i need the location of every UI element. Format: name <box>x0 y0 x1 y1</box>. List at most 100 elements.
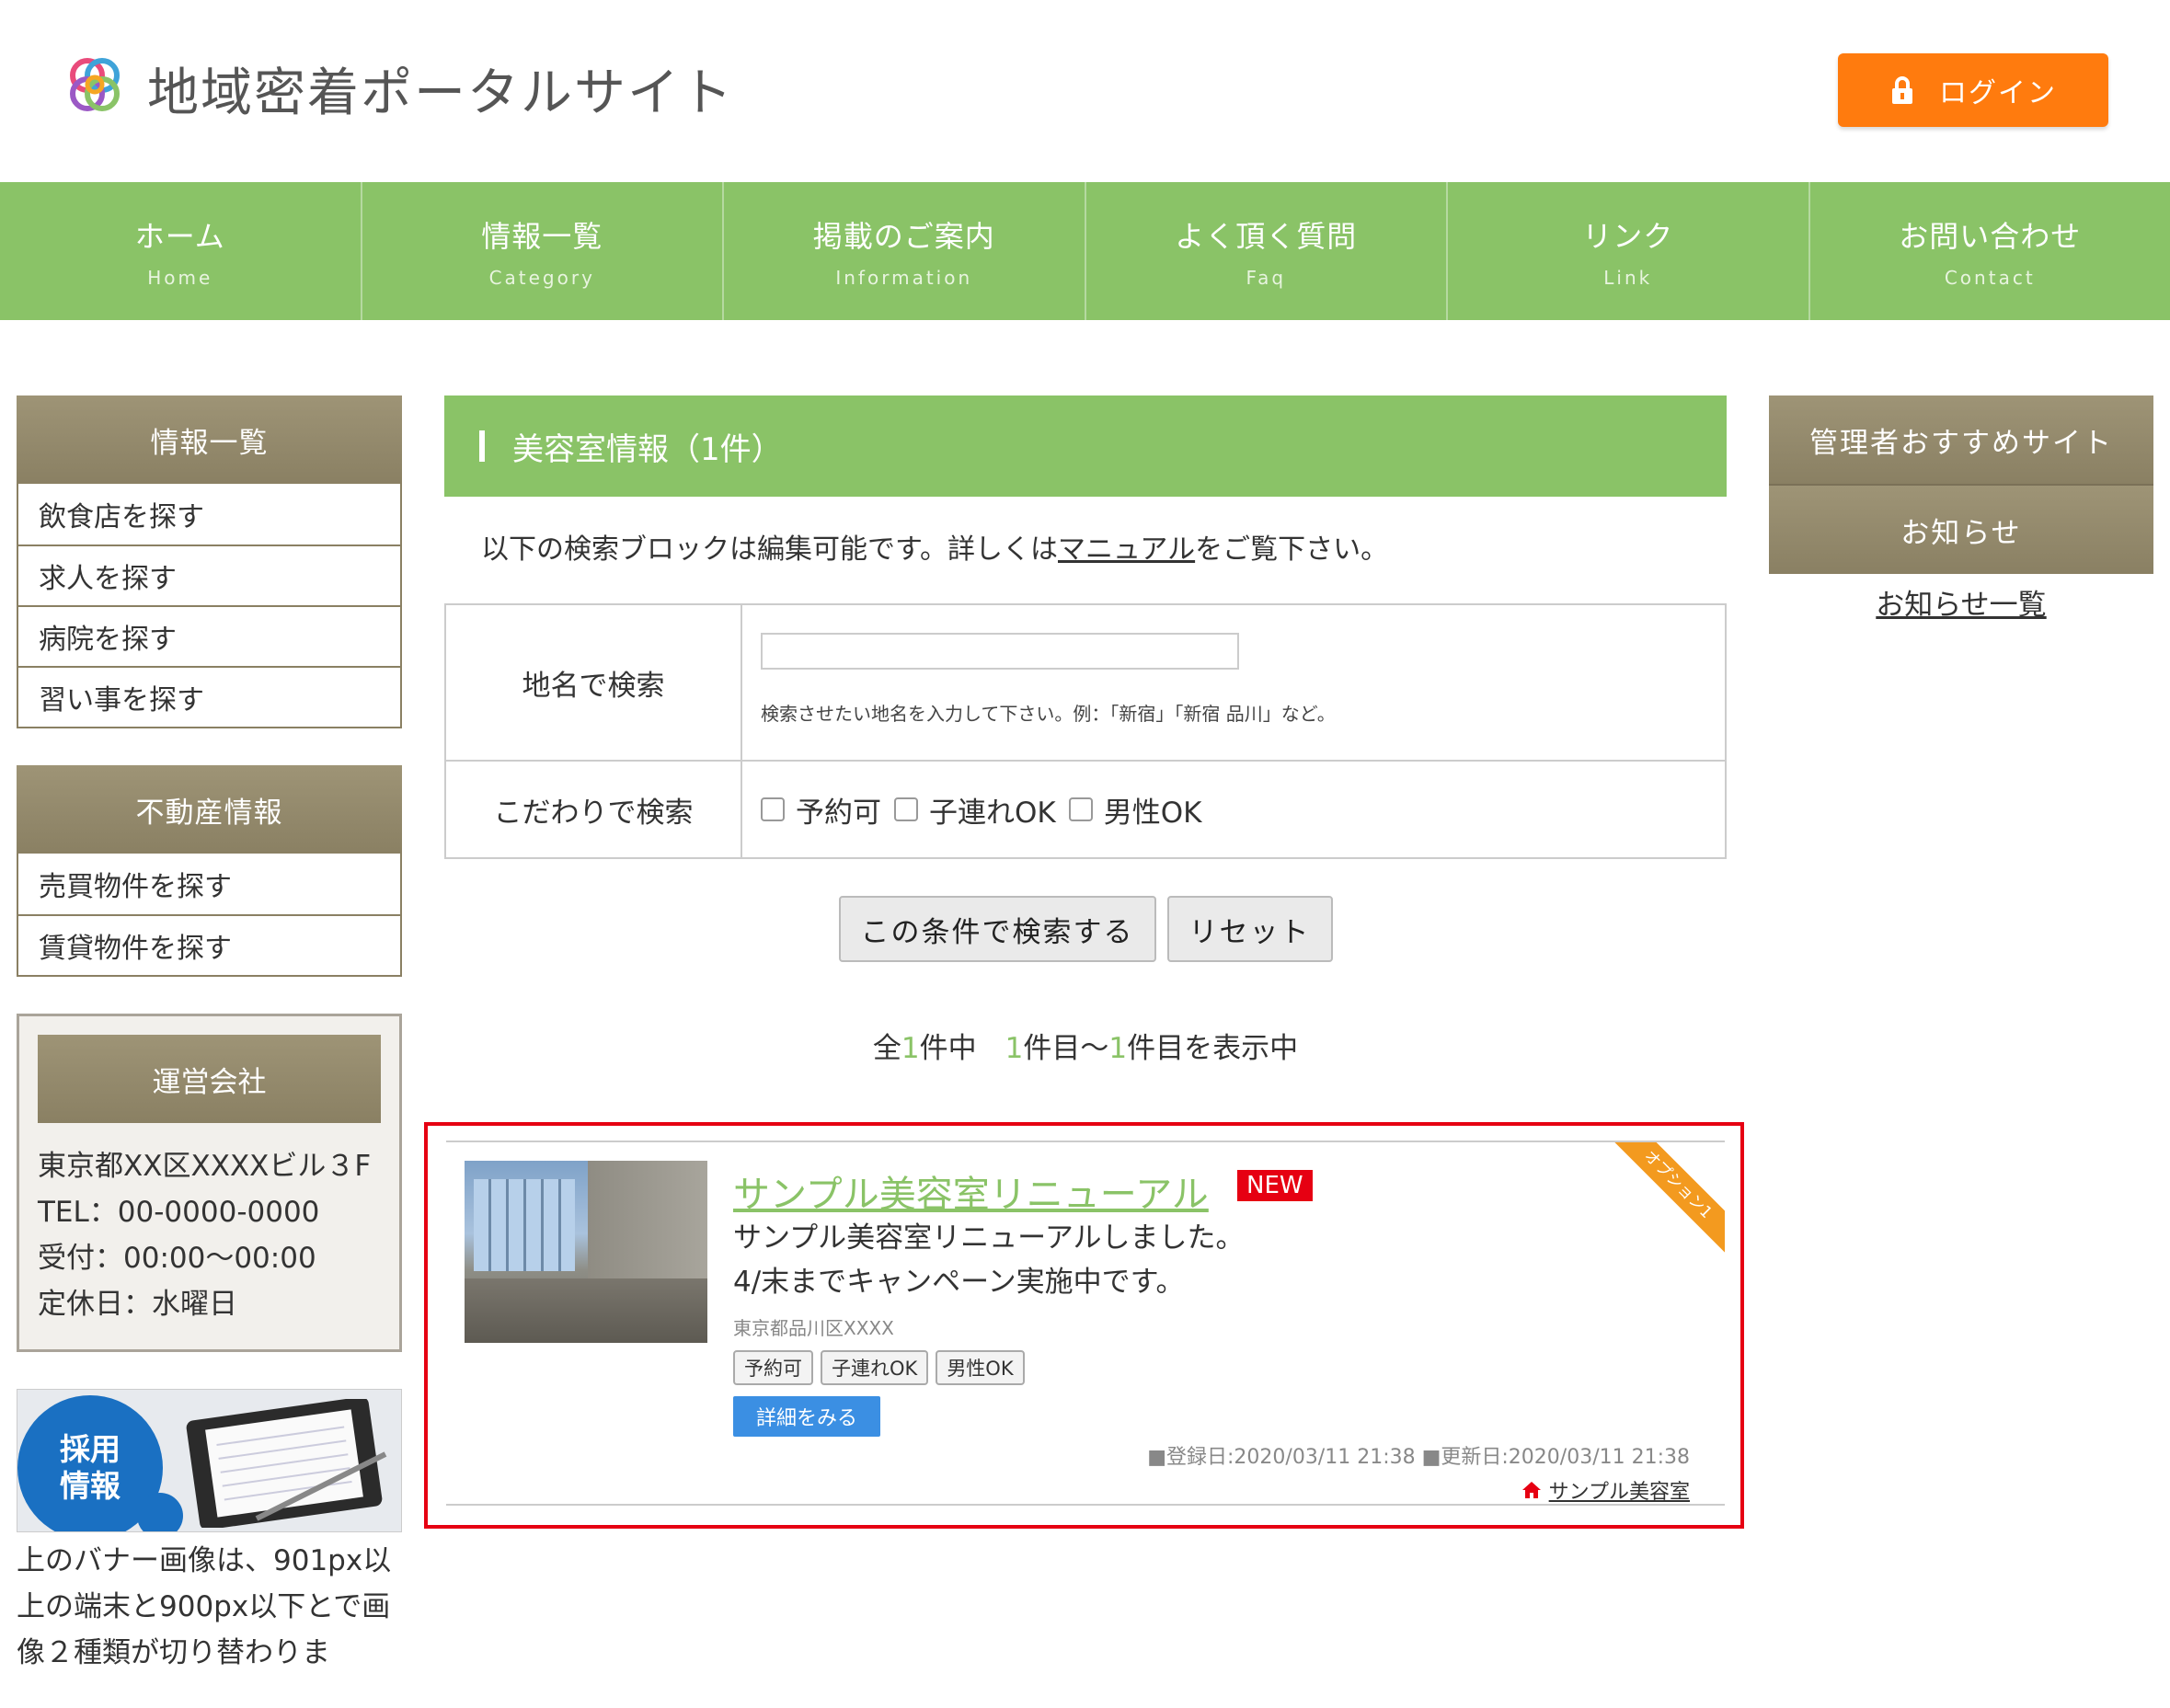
sidebar-item-restaurant[interactable]: 飲食店を探す <box>18 484 400 544</box>
nav-home[interactable]: ホーム Home <box>0 182 362 320</box>
realestate-list: 売買物件を探す 賃貸物件を探す <box>17 854 402 977</box>
heading-bar <box>479 430 485 462</box>
shop-link[interactable]: サンプル美容室 <box>1521 1475 1690 1504</box>
option-men[interactable]: 男性OK <box>1068 789 1202 831</box>
sidebar-item-hospital[interactable]: 病院を探す <box>18 605 400 666</box>
place-search-row: 地名で検索 検索させたい地名を入力して下さい。例：「新宿」「新宿 品川」など。 <box>446 605 1725 760</box>
nav-label: 情報一覧 <box>481 219 603 254</box>
tag-reservation: 予約可 <box>733 1350 813 1385</box>
site-logo-icon[interactable] <box>63 53 127 118</box>
nav-contact[interactable]: お問い合わせ Contact <box>1810 182 2170 320</box>
site-title[interactable]: 地域密着ポータルサイト <box>147 52 734 126</box>
result-dates: ■登録日:2020/03/11 21:38 ■更新日:2020/03/11 21… <box>1147 1446 1690 1469</box>
result-thumbnail[interactable] <box>465 1161 707 1343</box>
nav-sublabel: Category <box>488 267 595 289</box>
sidebar-item-buy[interactable]: 売買物件を探す <box>18 854 400 914</box>
intro-after: をご覧下さい。 <box>1195 533 1389 566</box>
nav-link[interactable]: リンク Link <box>1448 182 1810 320</box>
search-form: 地名で検索 検索させたい地名を入力して下さい。例：「新宿」「新宿 品川」など。 … <box>444 603 1727 859</box>
place-search-label: 地名で検索 <box>446 605 742 760</box>
recruit-banner[interactable]: 採用 情報 <box>17 1389 402 1532</box>
checkbox[interactable] <box>894 797 918 821</box>
reset-button[interactable]: リセット <box>1166 896 1333 962</box>
count-total: 1 <box>901 1032 920 1065</box>
company-tel: TEL：00-0000-0000 <box>38 1196 320 1229</box>
sidebar-item-jobs[interactable]: 求人を探す <box>18 544 400 605</box>
checkbox[interactable] <box>1068 797 1093 821</box>
result-address: 東京都品川区XXXX <box>733 1317 894 1339</box>
result-tags: 予約可 子連れOK 男性OK <box>733 1350 1025 1385</box>
sidebar-item-rent[interactable]: 賃貸物件を探す <box>18 914 400 975</box>
news-list-link[interactable]: お知らせ一覧 <box>1769 581 2153 623</box>
company-info: 東京都XX区XXXXビル３F TEL：00-0000-0000 受付：00:00… <box>38 1143 381 1327</box>
manual-link[interactable]: マニュアル <box>1058 533 1195 566</box>
intro-before: 以下の検索ブロックは編集可能です。詳しくは <box>481 533 1058 566</box>
info-list-title: 情報一覧 <box>17 395 402 484</box>
new-badge: NEW <box>1237 1170 1313 1201</box>
page-heading: 美容室情報（1件） <box>444 395 1727 497</box>
feature-options: 予約可 子連れOK 男性OK <box>761 789 1201 831</box>
banner-note: 上のバナー画像は、901px以上の端末と900px以下とで画像２種類が切り替わり… <box>17 1544 392 1669</box>
nav-label: お問い合わせ <box>1899 219 2082 254</box>
nav-sublabel: Home <box>147 267 213 289</box>
count-pre: 全 <box>872 1032 901 1065</box>
login-button[interactable]: ログイン <box>1838 53 2108 127</box>
site-header: 地域密着ポータルサイト ログイン <box>0 0 2170 182</box>
nav-sublabel: Faq <box>1246 267 1287 289</box>
banner-text-1: 採用 <box>60 1431 121 1467</box>
place-search-cell: 検索させたい地名を入力して下さい。例：「新宿」「新宿 品川」など。 <box>742 605 1725 760</box>
thumb-floor <box>465 1278 707 1343</box>
count-post: 件目を表示中 <box>1127 1032 1299 1065</box>
search-buttons: この条件で検索する リセット <box>444 896 1727 962</box>
result-count: 全1件中 1件目〜1件目を表示中 <box>444 1025 1727 1066</box>
company-address: 東京都XX区XXXXビル３F <box>38 1150 372 1183</box>
option-label: 男性OK <box>1103 796 1202 830</box>
realestate-title: 不動産情報 <box>17 765 402 854</box>
nav-label: ホーム <box>134 219 225 254</box>
place-search-hint: 検索させたい地名を入力して下さい。例：「新宿」「新宿 品川」など。 <box>761 703 1336 725</box>
news-title: お知らせ <box>1769 486 2153 574</box>
home-icon <box>1521 1482 1541 1498</box>
company-box: 運営会社 東京都XX区XXXXビル３F TEL：00-0000-0000 受付：… <box>17 1014 402 1352</box>
tag-kids: 子連れOK <box>821 1350 929 1385</box>
feature-search-row: こだわりで検索 予約可 子連れOK 男性OK <box>446 760 1725 857</box>
result-desc-line1: サンプル美容室リニューアルしました。 <box>733 1221 1245 1255</box>
count-to: 1 <box>1108 1032 1128 1065</box>
option-kids[interactable]: 子連れOK <box>894 789 1056 831</box>
search-button[interactable]: この条件で検索する <box>838 896 1156 962</box>
page-title: 美容室情報（1件） <box>512 430 783 468</box>
left-sidebar: 情報一覧 飲食店を探す 求人を探す 病院を探す 習い事を探す 不動産情報 売買物… <box>17 395 402 1676</box>
nav-information[interactable]: 掲載のご案内 Information <box>724 182 1086 320</box>
nav-sublabel: Contact <box>1944 267 2036 289</box>
global-nav: ホーム Home 情報一覧 Category 掲載のご案内 Informatio… <box>0 182 2170 320</box>
info-list: 飲食店を探す 求人を探す 病院を探す 習い事を探す <box>17 484 402 728</box>
nav-faq[interactable]: よく頂く質問 Faq <box>1086 182 1448 320</box>
nav-sublabel: Link <box>1603 267 1653 289</box>
place-search-input[interactable] <box>761 633 1239 670</box>
sidebar-item-lessons[interactable]: 習い事を探す <box>18 666 400 727</box>
company-title: 運営会社 <box>38 1035 381 1123</box>
result-desc-line2: 4/末までキャンペーン実施中です。 <box>733 1266 1185 1299</box>
banner-dot <box>137 1493 183 1531</box>
nav-label: 掲載のご案内 <box>812 219 995 254</box>
ribbon-label: オプション1 <box>1614 1142 1725 1253</box>
result-title-link[interactable]: サンプル美容室リニューアル <box>733 1164 1209 1218</box>
checkbox[interactable] <box>761 797 785 821</box>
intro-text: 以下の検索ブロックは編集可能です。詳しくはマニュアルをご覧下さい。 <box>481 526 1727 567</box>
feature-search-label: こだわりで検索 <box>446 762 742 857</box>
option-reservation[interactable]: 予約可 <box>761 789 881 831</box>
tag-men: 男性OK <box>936 1350 1025 1385</box>
nav-category[interactable]: 情報一覧 Category <box>362 182 724 320</box>
banner-text-2: 情報 <box>60 1468 121 1504</box>
result-highlight-frame: サンプル美容室リニューアル NEW サンプル美容室リニューアルしました。 4/末… <box>424 1122 1744 1529</box>
nav-label: リンク <box>1582 219 1674 254</box>
main-content: 美容室情報（1件） 以下の検索ブロックは編集可能です。詳しくはマニュアルをご覧下… <box>444 395 1727 1066</box>
result-description: サンプル美容室リニューアルしました。 4/末までキャンペーン実施中です。 <box>733 1216 1245 1304</box>
option-ribbon: オプション1 <box>1614 1142 1725 1253</box>
count-mid2: 件目〜 <box>1023 1032 1109 1065</box>
right-sidebar: 管理者おすすめサイト お知らせ お知らせ一覧 <box>1769 395 2153 623</box>
detail-button[interactable]: 詳細をみる <box>733 1396 880 1437</box>
company-hours: 受付：00:00〜00:00 <box>38 1242 316 1275</box>
count-from: 1 <box>1005 1032 1024 1065</box>
option-label: 子連れOK <box>929 796 1056 830</box>
